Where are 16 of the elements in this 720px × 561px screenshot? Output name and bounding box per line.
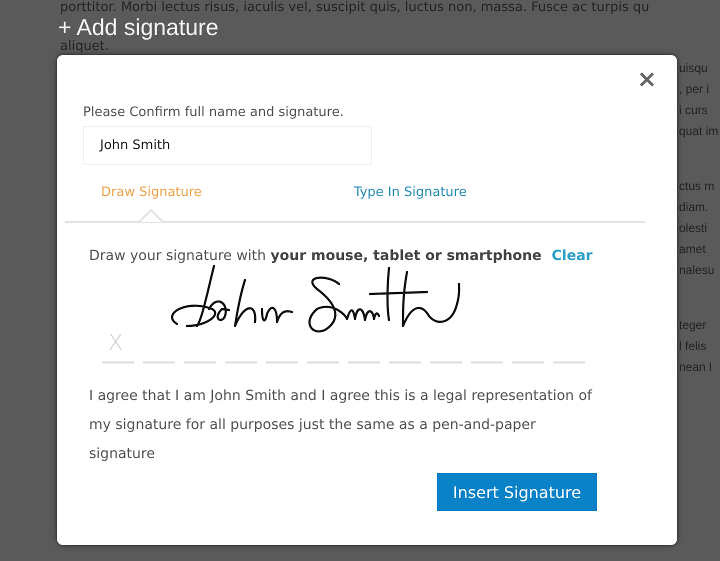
instruction-text: Draw your signature with your mouse, tablet or smartphone [89,248,542,264]
background-text: olesti [679,220,708,237]
clear-link[interactable]: Clear [552,248,593,264]
background-text: teger [679,317,706,334]
close-button[interactable]: × [634,67,659,91]
background-text: aliquet. [60,39,109,54]
prompt-text: Please Confirm full name and signature. [83,105,345,120]
background-text: nalesu [679,262,714,279]
background-text: amet [679,241,706,258]
page-heading: + Add signature [58,15,218,39]
insert-signature-button[interactable]: Insert Signature [437,473,597,511]
signature-tab[interactable]: Type In Signature [354,177,467,223]
agreement-text: I agree that I am John Smith and I agree this is a legal representation of my signature for all purposes just the same as a pen-and-paper signature [89,387,594,464]
background-text: uisqu [679,60,708,77]
signature-tab[interactable]: Draw Signature [101,177,202,223]
name-field[interactable]: John Smith [83,126,372,165]
